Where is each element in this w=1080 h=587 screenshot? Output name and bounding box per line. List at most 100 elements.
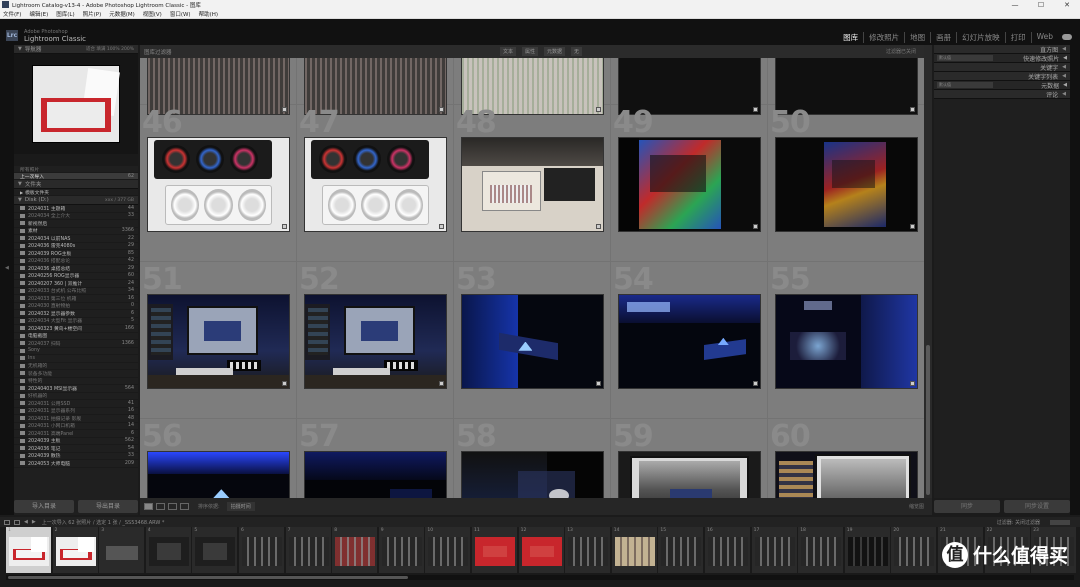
filmstrip-frame[interactable]: 7 bbox=[285, 527, 332, 573]
comments-header[interactable]: 评论 ◀ bbox=[934, 90, 1070, 99]
menu-view[interactable]: 视图(V) bbox=[143, 10, 162, 18]
module-3[interactable]: 画册 bbox=[930, 32, 956, 43]
filmstrip-frame[interactable]: 15 bbox=[658, 527, 705, 573]
import-button[interactable]: 导入目录 bbox=[14, 500, 74, 513]
filmstrip-thumbnail[interactable] bbox=[475, 537, 515, 566]
grid-view[interactable]: 46 47 48 49 50 51 52 53 54 55 56 57 58 59 60 bbox=[140, 45, 924, 498]
menu-metadata[interactable]: 元数据(M) bbox=[109, 10, 135, 18]
folder-item[interactable]: 2024053 大师电脑 209 bbox=[14, 460, 138, 468]
filmstrip-thumbnail[interactable] bbox=[614, 537, 655, 566]
cloud-sync-icon[interactable] bbox=[1062, 34, 1072, 40]
edit-badge-icon[interactable] bbox=[596, 381, 601, 386]
filmstrip-frame[interactable]: 20 bbox=[891, 527, 938, 573]
filmstrip-source-info[interactable]: 上一次导入 62 张照片 / 选定 1 张 / _SS53468.ARW * bbox=[42, 519, 165, 526]
photo-thumbnail[interactable] bbox=[461, 137, 604, 232]
filmstrip-frame[interactable]: 5 bbox=[192, 527, 239, 573]
photo-thumbnail[interactable] bbox=[775, 137, 918, 232]
filmstrip-frame[interactable]: 2 bbox=[52, 527, 99, 573]
photo-thumbnail[interactable] bbox=[147, 451, 290, 498]
filter-tab-metadata[interactable]: 元数据 bbox=[544, 47, 566, 56]
filmstrip-scroll-thumb[interactable] bbox=[8, 576, 408, 579]
filmstrip-thumbnail[interactable] bbox=[708, 537, 748, 566]
module-1[interactable]: 修改照片 bbox=[863, 32, 904, 43]
filmstrip-thumbnail[interactable] bbox=[148, 537, 189, 566]
photo-thumbnail[interactable] bbox=[618, 137, 761, 232]
module-2[interactable]: 地图 bbox=[904, 32, 930, 43]
filmstrip-thumbnail[interactable] bbox=[9, 537, 49, 566]
photo-thumbnail[interactable] bbox=[304, 294, 447, 389]
grid-cell[interactable]: 58 bbox=[454, 419, 611, 498]
menu-photo[interactable]: 照片(P) bbox=[83, 10, 102, 18]
filmstrip[interactable]: 1 2 3 4 5 6 7 8 9 10 11 12 13 14 15 16 17 18 19 20 21 22 23 bbox=[0, 527, 1080, 587]
edit-badge-icon[interactable] bbox=[753, 381, 758, 386]
photo-thumbnail[interactable] bbox=[304, 137, 447, 232]
filmstrip-thumbnail[interactable] bbox=[242, 537, 282, 566]
menu-help[interactable]: 帮助(H) bbox=[199, 10, 218, 18]
filter-toggle[interactable] bbox=[1050, 519, 1070, 525]
grid-cell[interactable]: 52 bbox=[297, 262, 454, 419]
grid-cell[interactable]: 57 bbox=[297, 419, 454, 498]
grid-cell[interactable]: 60 bbox=[768, 419, 924, 498]
filmstrip-frame[interactable]: 14 bbox=[611, 527, 658, 573]
filmstrip-frame[interactable]: 18 bbox=[798, 527, 845, 573]
minimize-button[interactable]: — bbox=[1002, 1, 1028, 9]
grid-cell[interactable]: 47 bbox=[297, 105, 454, 262]
photo-thumbnail[interactable] bbox=[461, 294, 604, 389]
navigator-preview[interactable] bbox=[14, 54, 138, 154]
filmstrip-thumbnail[interactable] bbox=[428, 537, 469, 566]
grid-scrollbar[interactable] bbox=[924, 45, 932, 498]
grid-cell[interactable]: 51 bbox=[140, 262, 297, 419]
survey-view-icon[interactable] bbox=[180, 503, 189, 510]
module-0[interactable]: 图库 bbox=[838, 32, 863, 43]
photo-thumbnail[interactable] bbox=[618, 294, 761, 389]
edit-badge-icon[interactable] bbox=[596, 224, 601, 229]
grid-cell[interactable]: 55 bbox=[768, 262, 924, 419]
module-5[interactable]: 打印 bbox=[1004, 32, 1031, 43]
grid-cell[interactable]: 59 bbox=[611, 419, 768, 498]
photo-thumbnail[interactable] bbox=[775, 451, 918, 498]
sort-select[interactable]: 拍摄时间 bbox=[226, 502, 255, 511]
photo-thumbnail[interactable] bbox=[304, 451, 447, 498]
filmstrip-thumbnail[interactable] bbox=[55, 537, 96, 566]
filmstrip-thumbnail[interactable] bbox=[288, 537, 329, 566]
close-button[interactable]: ✕ bbox=[1054, 1, 1080, 9]
filmstrip-frame[interactable]: 17 bbox=[751, 527, 798, 573]
grid-cell[interactable]: 53 bbox=[454, 262, 611, 419]
thumbnail-size-label[interactable]: 缩览图 bbox=[909, 503, 924, 510]
module-6[interactable]: Web bbox=[1030, 32, 1058, 43]
edit-badge-icon[interactable] bbox=[439, 381, 444, 386]
navigator-header[interactable]: ▼ 导航器 适合 填满 100% 200% bbox=[14, 45, 138, 54]
photo-thumbnail[interactable] bbox=[775, 294, 918, 389]
sync-settings-button[interactable]: 同步设置 bbox=[1004, 500, 1070, 513]
grid-cell[interactable]: 48 bbox=[454, 105, 611, 262]
menu-edit[interactable]: 编辑(E) bbox=[29, 10, 48, 18]
photo-thumbnail[interactable] bbox=[147, 294, 290, 389]
filmstrip-thumbnail[interactable] bbox=[801, 537, 842, 566]
filmstrip-frame[interactable]: 4 bbox=[145, 527, 192, 573]
export-button[interactable]: 导出目录 bbox=[78, 500, 138, 513]
folder-item[interactable]: 2024037 扫码 1366 bbox=[14, 340, 138, 348]
quick-develop-preset[interactable]: 默认值 bbox=[937, 55, 993, 61]
edit-badge-icon[interactable] bbox=[282, 224, 287, 229]
module-4[interactable]: 幻灯片放映 bbox=[956, 32, 1005, 43]
edit-badge-icon[interactable] bbox=[910, 224, 915, 229]
menu-window[interactable]: 窗口(W) bbox=[170, 10, 191, 18]
filmstrip-filter[interactable]: 过滤器: 关闭过滤器 bbox=[997, 519, 1040, 526]
grid-cell[interactable]: 49 bbox=[611, 105, 768, 262]
filmstrip-frame[interactable]: 19 bbox=[844, 527, 891, 573]
collapse-arrow-icon[interactable]: ◀ bbox=[5, 265, 9, 271]
maximize-button[interactable]: ☐ bbox=[1028, 1, 1054, 9]
edit-badge-icon[interactable] bbox=[282, 381, 287, 386]
filmstrip-thumbnail[interactable] bbox=[661, 537, 702, 566]
folder-item[interactable]: Sony bbox=[14, 348, 138, 355]
grid-scroll-thumb[interactable] bbox=[926, 345, 930, 495]
filmstrip-scrollbar[interactable] bbox=[6, 575, 1074, 580]
second-window-icon[interactable] bbox=[14, 519, 20, 525]
metadata-preset[interactable]: 默认值 bbox=[937, 82, 993, 88]
filmstrip-frame[interactable]: 11 bbox=[472, 527, 518, 573]
filmstrip-thumbnail[interactable] bbox=[754, 537, 795, 566]
volume-header[interactable]: ▼ Disk (D:) xxx / 377 GB bbox=[14, 196, 138, 205]
back-arrow-icon[interactable]: ◀ bbox=[24, 519, 28, 525]
filmstrip-frame[interactable]: 1 bbox=[6, 527, 52, 573]
photo-thumbnail[interactable] bbox=[461, 451, 604, 498]
